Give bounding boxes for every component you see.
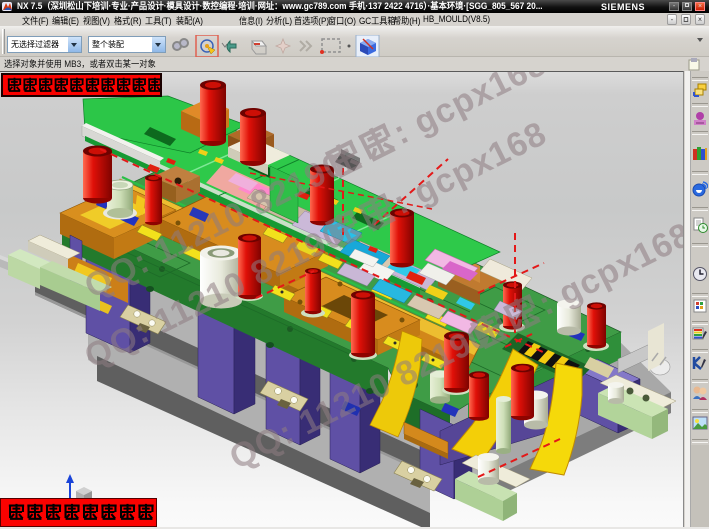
svg-text:: gcpx168: : gcpx168 <box>532 215 684 323</box>
